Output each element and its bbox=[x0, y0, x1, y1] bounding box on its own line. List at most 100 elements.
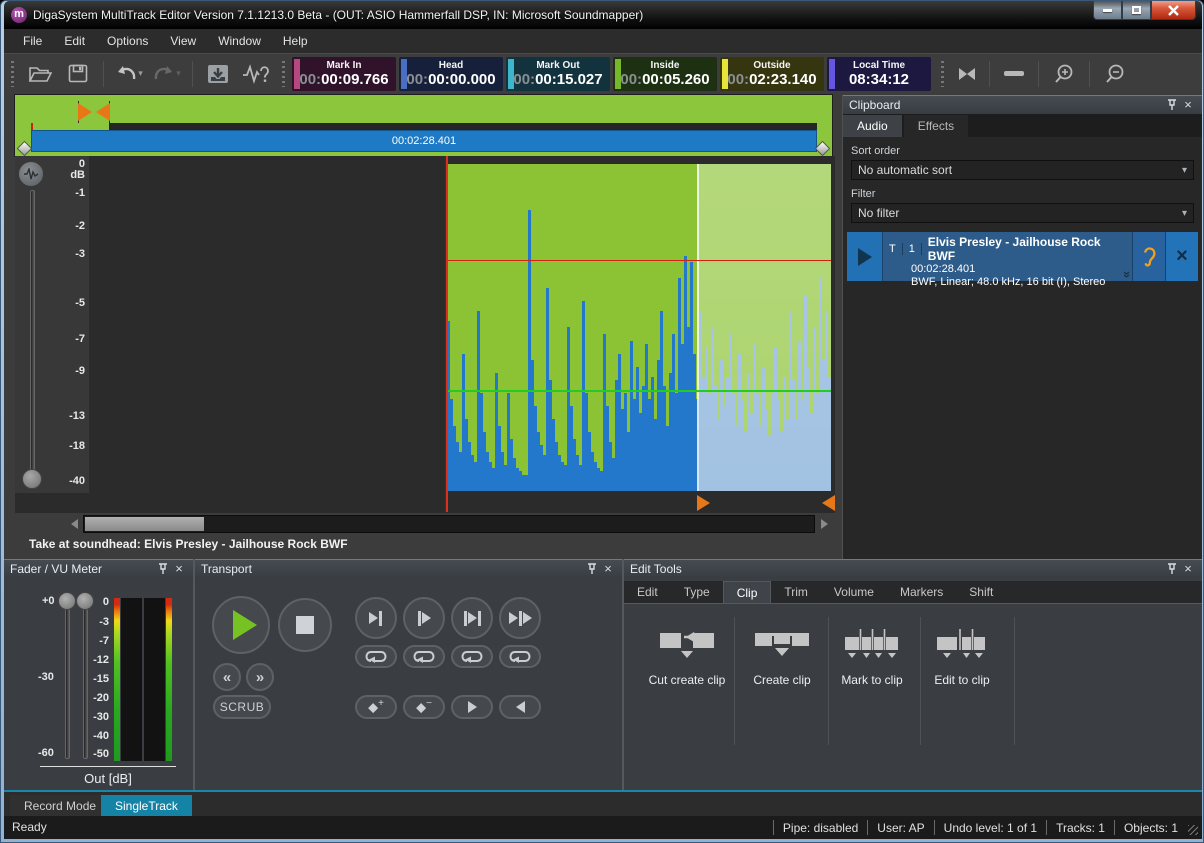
clip-play-button[interactable] bbox=[847, 232, 883, 281]
time-display-inside[interactable]: Inside 00:00:05.260 bbox=[613, 57, 717, 91]
menu-edit[interactable]: Edit bbox=[53, 29, 96, 53]
title-bar[interactable]: m DigaSystem MultiTrack Editor Version 7… bbox=[4, 1, 1202, 29]
loop-play-to-button[interactable] bbox=[355, 645, 397, 668]
overview-mark-in-icon[interactable] bbox=[78, 103, 92, 121]
toolbar-grip[interactable] bbox=[11, 61, 14, 87]
menu-view[interactable]: View bbox=[159, 29, 207, 53]
envelope-toggle-button[interactable] bbox=[18, 161, 44, 187]
close-panel-icon[interactable]: × bbox=[1180, 98, 1196, 112]
pin-icon[interactable] bbox=[584, 562, 600, 576]
fader-right-knob[interactable] bbox=[76, 592, 94, 610]
scrollbar-track[interactable] bbox=[83, 515, 815, 533]
analyze-button[interactable] bbox=[240, 59, 272, 89]
overview-strip[interactable]: 00:02:28.401 bbox=[15, 95, 832, 156]
clipboard-header[interactable]: Clipboard × bbox=[843, 95, 1202, 114]
selection-overlay[interactable] bbox=[697, 164, 831, 491]
clipboard-clip-row[interactable]: T 1 Elvis Presley - Jailhouse Rock BWF 0… bbox=[847, 232, 1198, 281]
undo-button[interactable]: ▾ bbox=[113, 59, 145, 89]
horizontal-scrollbar[interactable] bbox=[15, 514, 835, 534]
resize-grip[interactable] bbox=[1188, 825, 1198, 835]
create-clip-button[interactable]: Create clip bbox=[736, 619, 828, 687]
pin-icon[interactable] bbox=[1164, 98, 1180, 112]
cut-create-clip-button[interactable]: Cut create clip bbox=[641, 619, 733, 687]
mark-in-arrow-icon[interactable] bbox=[697, 495, 710, 511]
fader-panel-header[interactable]: Fader / VU Meter × bbox=[4, 559, 193, 578]
minimize-button[interactable] bbox=[1093, 1, 1122, 20]
zoom-full-button[interactable] bbox=[999, 59, 1029, 89]
time-display-head[interactable]: Head 00:00:00.000 bbox=[399, 57, 503, 91]
edit-tools-header[interactable]: Edit Tools × bbox=[624, 559, 1202, 578]
overview-mark-out-icon[interactable] bbox=[96, 103, 110, 121]
play-to-mark-button[interactable] bbox=[355, 597, 397, 639]
clip-info[interactable]: T 1 Elvis Presley - Jailhouse Rock BWF 0… bbox=[883, 232, 1132, 281]
pin-icon[interactable] bbox=[1164, 562, 1180, 576]
loop-play-from-button[interactable] bbox=[403, 645, 445, 668]
tab-audio[interactable]: Audio bbox=[843, 115, 902, 137]
filter-select[interactable]: No filter ▾ bbox=[851, 203, 1194, 223]
close-button[interactable] bbox=[1151, 1, 1196, 20]
redo-button[interactable]: ▾ bbox=[151, 59, 183, 89]
transport-panel-header[interactable]: Transport × bbox=[195, 559, 622, 578]
skip-forward-button[interactable]: » bbox=[246, 663, 274, 691]
tab-type[interactable]: Type bbox=[671, 581, 723, 603]
prev-marker-button[interactable] bbox=[499, 695, 541, 719]
zoom-in-button[interactable] bbox=[1048, 59, 1080, 89]
tab-volume[interactable]: Volume bbox=[821, 581, 887, 603]
close-panel-icon[interactable]: × bbox=[171, 562, 187, 576]
playhead[interactable] bbox=[445, 156, 448, 512]
skip-back-button[interactable]: « bbox=[213, 663, 241, 691]
fader-right-track[interactable] bbox=[83, 599, 88, 759]
clip-prelisten-button[interactable] bbox=[1132, 232, 1165, 281]
menu-options[interactable]: Options bbox=[96, 29, 159, 53]
pin-icon[interactable] bbox=[155, 562, 171, 576]
fader-left-track[interactable] bbox=[65, 599, 70, 759]
overview-view-window[interactable] bbox=[31, 123, 109, 130]
vertical-fader-track[interactable] bbox=[30, 190, 35, 478]
mark-out-arrow-icon[interactable] bbox=[822, 495, 835, 511]
sort-order-select[interactable]: No automatic sort ▾ bbox=[851, 160, 1194, 180]
chevrons-collapse-icon[interactable]: » bbox=[1120, 271, 1135, 276]
scrollbar-thumb[interactable] bbox=[85, 517, 204, 531]
time-display-outside[interactable]: Outside 00:02:23.140 bbox=[720, 57, 824, 91]
scroll-right-button[interactable] bbox=[817, 515, 831, 533]
export-take-button[interactable] bbox=[202, 59, 234, 89]
tab-trim[interactable]: Trim bbox=[771, 581, 821, 603]
close-panel-icon[interactable]: × bbox=[600, 562, 616, 576]
take-region[interactable] bbox=[447, 164, 831, 491]
tab-edit[interactable]: Edit bbox=[624, 581, 671, 603]
maximize-button[interactable] bbox=[1122, 1, 1151, 20]
menu-window[interactable]: Window bbox=[207, 29, 272, 53]
fader-left-knob[interactable] bbox=[58, 592, 76, 610]
overview-left-handle[interactable] bbox=[17, 141, 33, 157]
time-display-local-time[interactable]: Local Time 08:34:12 bbox=[827, 57, 931, 91]
remove-marker-button[interactable]: ◆− bbox=[403, 695, 445, 719]
undo-caret-icon[interactable]: ▾ bbox=[138, 68, 143, 79]
menu-help[interactable]: Help bbox=[272, 29, 319, 53]
loop-play-around-button[interactable] bbox=[499, 645, 541, 668]
toolbar-grip[interactable] bbox=[941, 61, 944, 87]
tab-record-mode[interactable]: Record Mode bbox=[10, 795, 110, 817]
overview-right-handle[interactable] bbox=[815, 141, 831, 157]
tab-clip[interactable]: Clip bbox=[723, 581, 772, 603]
clip-delete-button[interactable]: × bbox=[1165, 232, 1198, 281]
edit-to-clip-button[interactable]: Edit to clip bbox=[916, 619, 1008, 687]
level-line[interactable] bbox=[447, 390, 831, 392]
toolbar-grip[interactable] bbox=[282, 61, 285, 87]
overview-clip-bar[interactable]: 00:02:28.401 bbox=[31, 130, 817, 152]
scroll-left-button[interactable] bbox=[67, 515, 81, 533]
vertical-fader-knob[interactable] bbox=[22, 469, 42, 489]
scrub-button[interactable]: SCRUB bbox=[213, 695, 271, 719]
waveform-canvas[interactable] bbox=[89, 156, 835, 493]
next-marker-button[interactable] bbox=[451, 695, 493, 719]
mark-to-clip-button[interactable]: Mark to clip bbox=[826, 619, 918, 687]
time-display-mark-out[interactable]: Mark Out 00:00:15.027 bbox=[506, 57, 610, 91]
play-button[interactable] bbox=[212, 596, 270, 654]
add-marker-button[interactable]: ◆+ bbox=[355, 695, 397, 719]
play-between-marks-button[interactable] bbox=[451, 597, 493, 639]
menu-file[interactable]: File bbox=[12, 29, 53, 53]
tab-effects[interactable]: Effects bbox=[904, 115, 968, 137]
play-around-button[interactable] bbox=[499, 597, 541, 639]
marker-strip[interactable] bbox=[15, 493, 835, 513]
time-display-mark-in[interactable]: Mark In 00:00:09.766 bbox=[292, 57, 396, 91]
tab-markers[interactable]: Markers bbox=[887, 581, 956, 603]
